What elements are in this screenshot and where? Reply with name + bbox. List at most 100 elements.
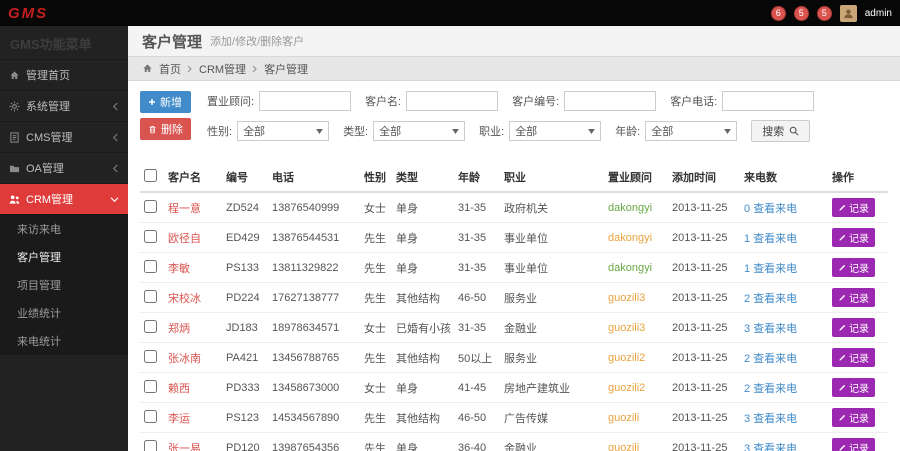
- view-calls-link[interactable]: 查看来电: [753, 203, 797, 215]
- view-calls-link[interactable]: 查看来电: [753, 263, 797, 275]
- sidebar-item-crm[interactable]: CRM管理: [0, 183, 128, 214]
- alerts-badge[interactable]: 5: [817, 6, 832, 21]
- record-button[interactable]: 记录: [832, 228, 875, 247]
- customer-name-link[interactable]: 李运: [168, 413, 190, 425]
- type-select[interactable]: 全部: [373, 121, 465, 141]
- submenu-item-customers[interactable]: 客户管理: [0, 243, 128, 271]
- submenu-item-performance[interactable]: 业绩统计: [0, 299, 128, 327]
- breadcrumb-home[interactable]: 首页: [159, 61, 181, 77]
- record-button[interactable]: 记录: [832, 288, 875, 307]
- caret-down-icon: [316, 129, 323, 134]
- age-filter: 年龄: 全部: [615, 121, 737, 141]
- pencil-icon: [838, 444, 846, 451]
- view-calls-link[interactable]: 查看来电: [753, 233, 797, 245]
- customer-name-link[interactable]: 李敏: [168, 263, 190, 275]
- gender-select[interactable]: 全部: [237, 121, 329, 141]
- row-checkbox[interactable]: [144, 230, 157, 243]
- record-button[interactable]: 记录: [832, 438, 875, 451]
- column-header-5: 年龄: [454, 163, 500, 192]
- view-calls-link[interactable]: 查看来电: [753, 413, 797, 425]
- gender-filter-label: 性别:: [207, 123, 232, 139]
- pencil-icon: [838, 204, 846, 212]
- row-checkbox[interactable]: [144, 350, 157, 363]
- customer-name-link[interactable]: 郑炳: [168, 323, 190, 335]
- sidebar-item-cms[interactable]: CMS管理: [0, 121, 128, 152]
- customer-name-link[interactable]: 张冰南: [168, 353, 201, 365]
- users-icon: [9, 194, 20, 205]
- submenu-item-projects[interactable]: 项目管理: [0, 271, 128, 299]
- table-row: 郑炳JD18318978634571女士已婚有小孩31-35金融业guozili…: [140, 313, 888, 343]
- customer-name-link[interactable]: 张一易: [168, 443, 201, 451]
- topbar-right: 6 5 5 admin: [771, 5, 900, 22]
- sidebar-item-home[interactable]: 管理首页: [0, 59, 128, 90]
- record-button[interactable]: 记录: [832, 408, 875, 427]
- customer-name-link[interactable]: 欧径自: [168, 233, 201, 245]
- age-select-value: 全部: [651, 123, 673, 139]
- sidebar-title: GMS功能菜单: [0, 26, 128, 59]
- row-checkbox[interactable]: [144, 410, 157, 423]
- home-icon: [142, 63, 153, 75]
- row-checkbox[interactable]: [144, 290, 157, 303]
- row-checkbox[interactable]: [144, 320, 157, 333]
- customer-added-date: 2013-11-25: [668, 253, 740, 283]
- app-logo[interactable]: GMS: [0, 5, 128, 22]
- customer-code-filter-input[interactable]: [564, 91, 656, 111]
- consultant-filter-input[interactable]: [259, 91, 351, 111]
- record-button[interactable]: 记录: [832, 318, 875, 337]
- customer-name-filter: 客户名:: [365, 91, 498, 111]
- pencil-icon: [838, 324, 846, 332]
- column-header-2: 电话: [268, 163, 360, 192]
- table-header-row: 客户名编号电话性别类型年龄职业置业顾问添加时间来电数操作: [140, 163, 888, 192]
- user-avatar[interactable]: [840, 5, 857, 22]
- age-filter-label: 年龄:: [615, 123, 640, 139]
- customer-code-filter-label: 客户编号:: [512, 93, 559, 109]
- customer-gender: 先生: [360, 403, 392, 433]
- view-calls-link[interactable]: 查看来电: [753, 353, 797, 365]
- customer-name-link[interactable]: 宋校冰: [168, 293, 201, 305]
- menu-label: CMS管理: [26, 129, 72, 145]
- customer-name-link[interactable]: 赖西: [168, 383, 190, 395]
- submenu-item-incoming[interactable]: 来访来电: [0, 215, 128, 243]
- tasks-badge[interactable]: 6: [771, 6, 786, 21]
- filter-panel: 新增 删除 置业顾问: 客户名:: [140, 91, 888, 151]
- sidebar-item-oa[interactable]: OA管理: [0, 152, 128, 183]
- delete-button[interactable]: 删除: [140, 118, 191, 140]
- row-checkbox[interactable]: [144, 380, 157, 393]
- customer-type: 其他结构: [392, 403, 454, 433]
- search-button[interactable]: 搜索: [751, 120, 810, 142]
- submenu-item-call-stats[interactable]: 来电统计: [0, 327, 128, 355]
- age-select[interactable]: 全部: [645, 121, 737, 141]
- job-select[interactable]: 全部: [509, 121, 601, 141]
- breadcrumb-crm[interactable]: CRM管理: [199, 61, 246, 77]
- customer-name-filter-input[interactable]: [406, 91, 498, 111]
- view-calls-link[interactable]: 查看来电: [753, 323, 797, 335]
- customer-added-date: 2013-11-25: [668, 192, 740, 223]
- row-checkbox[interactable]: [144, 440, 157, 451]
- customer-phone: 13876544531: [268, 223, 360, 253]
- customer-phone-filter-input[interactable]: [722, 91, 814, 111]
- row-checkbox[interactable]: [144, 260, 157, 273]
- customer-code: PD224: [222, 283, 268, 313]
- record-button[interactable]: 记录: [832, 198, 875, 217]
- column-header-9: 来电数: [740, 163, 828, 192]
- customer-phone: 13811329822: [268, 253, 360, 283]
- chevron-left-icon: [112, 164, 119, 173]
- sidebar-item-system[interactable]: 系统管理: [0, 90, 128, 121]
- record-button[interactable]: 记录: [832, 378, 875, 397]
- customer-name-link[interactable]: 程一意: [168, 203, 201, 215]
- call-count: 0: [744, 203, 750, 215]
- consultant-filter: 置业顾问:: [207, 91, 351, 111]
- view-calls-link[interactable]: 查看来电: [753, 443, 797, 451]
- view-calls-link[interactable]: 查看来电: [753, 383, 797, 395]
- messages-badge[interactable]: 5: [794, 6, 809, 21]
- table-row: 宋校冰PD22417627138777先生其他结构46-50服务业guozili…: [140, 283, 888, 313]
- record-button[interactable]: 记录: [832, 348, 875, 367]
- select-all-checkbox[interactable]: [144, 169, 157, 182]
- row-checkbox[interactable]: [144, 200, 157, 213]
- call-count: 1: [744, 233, 750, 245]
- breadcrumb: 首页 CRM管理 客户管理: [128, 56, 900, 81]
- customer-type: 单身: [392, 192, 454, 223]
- record-button[interactable]: 记录: [832, 258, 875, 277]
- view-calls-link[interactable]: 查看来电: [753, 293, 797, 305]
- add-button[interactable]: 新增: [140, 91, 191, 113]
